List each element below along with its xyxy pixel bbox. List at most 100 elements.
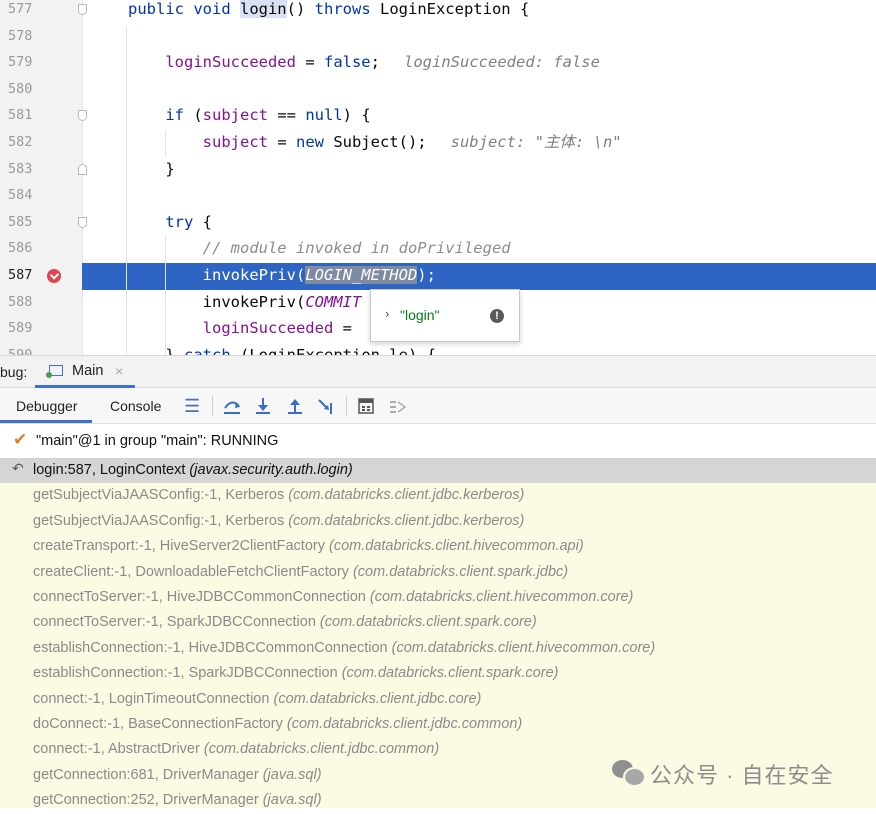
tab-main[interactable]: Main × (35, 356, 135, 388)
line-number[interactable]: 590 (8, 347, 32, 355)
line-number[interactable]: 583 (8, 161, 32, 177)
line-number[interactable]: 584 (8, 187, 32, 203)
frame-label: connectToServer:-1, SparkJDBCConnection … (33, 614, 537, 630)
fold-marker-icon[interactable] (78, 163, 87, 175)
frame-label: connectToServer:-1, HiveJDBCCommonConnec… (33, 589, 633, 605)
info-icon[interactable]: ! (490, 309, 504, 323)
line-number[interactable]: 586 (8, 240, 32, 256)
tab-console[interactable]: Console (110, 388, 161, 423)
line-number[interactable]: 589 (8, 320, 32, 336)
step-into-icon[interactable] (254, 397, 272, 415)
stack-frame-current[interactable]: ↶ login:587, LoginContext (javax.security… (0, 458, 876, 484)
line-number[interactable]: 585 (8, 214, 32, 230)
line-number[interactable]: 587 (8, 267, 32, 283)
code-token: catch (184, 345, 231, 355)
code-token: == (268, 106, 306, 125)
frame-method: getSubjectViaJAASConfig:-1, Kerberos (33, 512, 285, 529)
inline-value-hint: subject: "主体: \n" (450, 133, 622, 151)
code-token: false (323, 53, 371, 72)
code-line[interactable]: 586 // module invoked in doPrivileged (0, 236, 876, 263)
line-number[interactable]: 581 (8, 107, 32, 123)
stack-frame[interactable]: connectToServer:-1, SparkJDBCConnection … (0, 610, 876, 635)
stack-frame[interactable]: getSubjectViaJAASConfig:-1, Kerberos (co… (0, 509, 876, 534)
code-text: invokePriv(LOGIN_METHOD); (128, 264, 436, 286)
line-number[interactable]: 580 (8, 81, 32, 97)
frame-package: (com.databricks.client.hivecommon.api) (329, 538, 584, 555)
breakpoint-icon[interactable] (47, 269, 61, 283)
execution-point-line[interactable]: 587 invokePriv(LOGIN_METHOD); (0, 263, 876, 290)
code-token: (LoginException le) { (230, 345, 436, 355)
drop-frame-icon: ↶ (12, 460, 24, 476)
frame-package: (com.databricks.client.spark.core) (341, 665, 559, 682)
inline-value-hint: loginSucceeded: false (404, 53, 600, 72)
frame-package: (java.sql) (262, 792, 322, 809)
toolbar-separator (212, 396, 213, 416)
step-out-icon[interactable] (286, 397, 304, 415)
frame-method: getSubjectViaJAASConfig:-1, Kerberos (33, 487, 285, 504)
expand-chevron-icon[interactable]: › (385, 306, 389, 321)
code-line[interactable]: 580 (0, 77, 876, 104)
code-token: login (239, 0, 287, 18)
line-number[interactable]: 582 (8, 134, 32, 150)
line-number[interactable]: 578 (8, 28, 32, 44)
frame-method: connectToServer:-1, SparkJDBCConnection (33, 614, 316, 631)
code-token: try (128, 212, 194, 231)
stack-frame[interactable]: getSubjectViaJAASConfig:-1, Kerberos (co… (0, 483, 876, 508)
indent-guide (126, 26, 127, 355)
frame-method: getConnection:252, DriverManager (33, 792, 259, 809)
stack-frame[interactable]: establishConnection:-1, SparkJDBCConnect… (0, 661, 876, 686)
code-token: LoginException { (370, 0, 530, 18)
code-token: if (128, 106, 184, 125)
wechat-icon (612, 760, 646, 787)
close-icon[interactable]: × (115, 363, 123, 379)
code-line[interactable]: 585 try { (0, 210, 876, 237)
frame-method: connectToServer:-1, HiveJDBCCommonConnec… (33, 589, 366, 605)
stack-frame[interactable]: createTransport:-1, HiveServer2ClientFac… (0, 534, 876, 559)
code-line[interactable]: 577 public void login() throws LoginExcep… (0, 0, 876, 24)
code-line[interactable]: 582 subject = new Subject(); subject: "主体… (0, 130, 876, 157)
frame-label: getSubjectViaJAASConfig:-1, Kerberos (co… (33, 513, 524, 529)
value-tooltip[interactable]: › "login" ! (370, 289, 520, 342)
frame-method: getConnection:681, DriverManager (33, 766, 259, 783)
code-token: LOGIN_METHOD (305, 266, 418, 284)
code-line[interactable]: 583 } (0, 157, 876, 184)
run-config-icon (46, 365, 63, 378)
step-over-icon[interactable] (222, 398, 242, 416)
tab-debugger[interactable]: Debugger (0, 388, 92, 423)
frame-method: connect:-1, AbstractDriver (33, 741, 200, 758)
fold-marker-icon[interactable] (78, 110, 87, 122)
code-line[interactable]: 581 if (subject == null) { (0, 103, 876, 130)
line-number[interactable]: 577 (8, 1, 32, 17)
stack-frame[interactable]: getConnection:252, DriverManager (java.s… (0, 788, 876, 813)
thread-selector[interactable]: ✔ "main"@1 in group "main": RUNNING (0, 428, 876, 456)
stack-frame[interactable]: connect:-1, LoginTimeoutConnection (com.… (0, 687, 876, 712)
watermark-text: 公众号 · 自在安全 (650, 763, 834, 788)
code-token: = (333, 319, 352, 338)
frame-package: (java.sql) (262, 766, 322, 783)
frame-method: connect:-1, LoginTimeoutConnection (33, 690, 270, 707)
code-line[interactable]: 579 loginSucceeded = false; loginSucceede… (0, 50, 876, 77)
code-line[interactable]: 590 } catch (LoginException le) { (0, 343, 876, 355)
frame-label: establishConnection:-1, SparkJDBCConnect… (33, 665, 558, 681)
fold-marker-icon[interactable] (78, 4, 87, 15)
code-line[interactable]: 578 (0, 24, 876, 51)
frame-method: establishConnection:-1, HiveJDBCCommonCo… (33, 639, 388, 656)
stack-frame[interactable]: connectToServer:-1, HiveJDBCCommonConnec… (0, 585, 876, 610)
frame-package: (com.databricks.client.hivecommon.core) (369, 589, 634, 605)
code-line[interactable]: 584 (0, 183, 876, 210)
frame-label: createTransport:-1, HiveServer2ClientFac… (33, 538, 584, 554)
evaluate-expression-icon[interactable] (358, 398, 375, 415)
menu-icon[interactable]: ☰ (184, 397, 200, 415)
trace-stream-icon[interactable] (389, 398, 407, 415)
run-to-cursor-icon[interactable] (317, 397, 337, 415)
code-text: loginSucceeded = false; loginSucceeded: f… (128, 51, 600, 73)
stack-frame[interactable]: establishConnection:-1, HiveJDBCCommonCo… (0, 636, 876, 661)
toolbar-separator (346, 396, 347, 416)
code-editor[interactable]: 577 public void login() throws LoginExcep… (0, 0, 876, 355)
stack-frame[interactable]: doConnect:-1, BaseConnectionFactory (com… (0, 712, 876, 737)
line-number[interactable]: 588 (8, 294, 32, 310)
line-number[interactable]: 579 (8, 54, 32, 70)
stack-frame[interactable]: createClient:-1, DownloadableFetchClient… (0, 560, 876, 585)
fold-marker-icon[interactable] (78, 216, 87, 228)
frame-package: (com.databricks.client.spark.jdbc) (352, 563, 569, 580)
